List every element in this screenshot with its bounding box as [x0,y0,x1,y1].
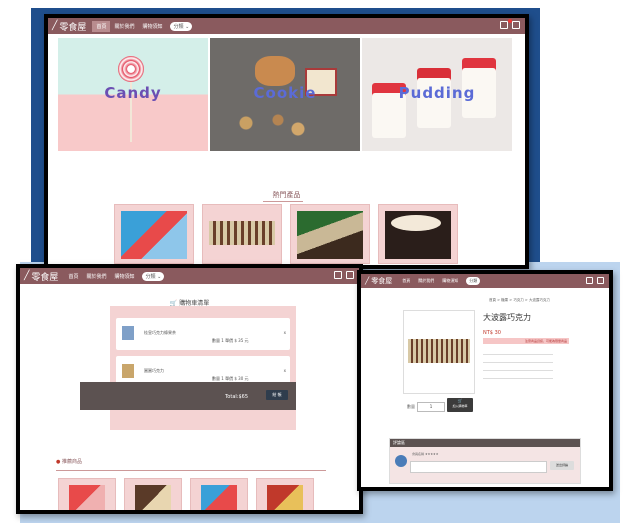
remove-item-icon[interactable]: x [284,368,286,373]
product-card[interactable] [114,204,194,264]
product-image [121,211,187,259]
navbar: ╱ 零食屋 首頁 關於我們 購物須知 分類 ⌄ [20,268,359,284]
product-image [69,485,105,510]
product-image [408,339,470,363]
banner-cookie[interactable]: Cookie [210,38,360,151]
spec-lines [483,350,553,382]
product-card[interactable] [58,478,116,510]
product-card[interactable] [378,204,458,264]
screenshot-product-detail: ╱ 零食屋 首頁 關於我們 購物須知 分類 首頁 > 糖果 > 巧克力 > 大波露… [357,270,613,491]
screenshot-home: ╱ 零食屋 首頁 關於我們 購物須知 分類 ⌄ Candy Cookie Pudd… [44,14,529,269]
nav-home[interactable]: 首頁 [92,20,111,32]
breadcrumb: 首頁 > 糖果 > 巧克力 > 大波露巧克力 [489,298,550,302]
cart-panel: 桂皇巧克力條果茶 數量 1 單價 $ 35 元 x 圓圓巧克力 數量 1 單價 … [110,306,296,430]
banner-word-candy: Candy [104,84,162,102]
product-card[interactable] [290,204,370,264]
cart-footer: Total:$65 結 帳 [80,382,296,410]
candy-icon: ╱ [52,21,58,31]
logo[interactable]: ╱ 零食屋 [20,270,64,283]
item-thumb [122,364,134,378]
heart-icon: ● [56,459,61,465]
cart-total: Total:$65 [225,394,248,400]
navbar: ╱ 零食屋 首頁 關於我們 購物須知 分類 [361,274,609,288]
qty-stepper[interactable]: 1 [417,402,445,412]
avatar [395,455,407,467]
comment-input[interactable] [410,461,547,473]
nav-about[interactable]: 關於我們 [82,271,110,282]
product-card[interactable] [124,478,182,510]
qty-label: 數量 [407,404,415,409]
remove-item-icon[interactable]: x [284,330,286,335]
candy-icon: ╱ [365,277,370,285]
product-photo [403,310,475,394]
product-image [297,211,363,259]
send-comment-button[interactable]: 送出評論 [550,461,574,470]
category-select[interactable]: 分類 ⌄ [170,21,193,31]
login-icon[interactable] [512,21,520,29]
cart-icon[interactable] [334,271,342,279]
product-image [135,485,171,510]
nav-home[interactable]: 首頁 [398,276,414,286]
product-image [209,221,275,245]
item-thumb [122,326,134,340]
product-image [267,485,303,510]
nav-guide[interactable]: 購物須知 [438,276,462,286]
nav-about[interactable]: 關於我們 [110,21,138,32]
product-card[interactable] [256,478,314,510]
comment-header: 評論區 [390,439,580,447]
product-image [201,485,237,510]
meiji-logo [391,215,441,231]
navbar: ╱ 零食屋 首頁 關於我們 購物須知 分類 ⌄ [48,18,525,34]
nav-home[interactable]: 首頁 [64,271,82,282]
product-image [385,211,451,259]
hot-products-title: 熱門產品 [272,191,301,199]
cart-icon: 🛒 [457,398,463,403]
lollipop-icon [118,56,144,82]
nav-guide[interactable]: 購物須知 [110,271,138,282]
product-price: NT$ 30 [483,330,501,336]
product-title: 大波露巧克力 [483,313,531,322]
screenshot-cart: ╱ 零食屋 首頁 關於我們 購物須知 分類 ⌄ 🛒 購物車清單 桂皇巧克力條果茶 … [16,264,363,514]
recommend-title: ● 推薦商品 [56,459,82,465]
hot-products-divider [263,201,303,202]
product-card[interactable] [202,204,282,264]
cart-item: 桂皇巧克力條果茶 數量 1 單價 $ 35 元 x [116,318,290,350]
banner-word-cookie: Cookie [253,84,317,102]
category-select[interactable]: 分類 ⌄ [142,271,165,281]
banner-pudding[interactable]: Pudding [362,38,512,151]
comment-user: 會員名稱 ★★★★★ [412,452,439,456]
cart-icon[interactable] [586,277,593,284]
promo-bar: 注意商品資訊，可能為限量商品 [483,338,569,344]
category-select[interactable]: 分類 [466,277,481,285]
banner-word-pudding: Pudding [398,84,476,102]
candy-icon: ╱ [24,271,30,281]
add-to-cart-button[interactable]: 🛒 加入購物車 [447,398,473,412]
logo[interactable]: ╱ 零食屋 [361,276,398,286]
cookie-cluster [255,56,295,86]
checkout-button[interactable]: 結 帳 [266,390,288,400]
nav-about[interactable]: 關於我們 [414,276,438,286]
recommend-divider [56,470,326,471]
nav-guide[interactable]: 購物須知 [138,21,166,32]
cookie-scatter [230,108,310,138]
cart-icon[interactable] [500,21,508,29]
comment-section: 評論區 會員名稱 ★★★★★ 送出評論 [389,438,581,484]
logo[interactable]: ╱ 零食屋 [48,20,92,33]
login-icon[interactable] [346,271,354,279]
product-card[interactable] [190,478,248,510]
login-icon[interactable] [597,277,604,284]
banner-candy[interactable]: Candy [58,38,208,151]
